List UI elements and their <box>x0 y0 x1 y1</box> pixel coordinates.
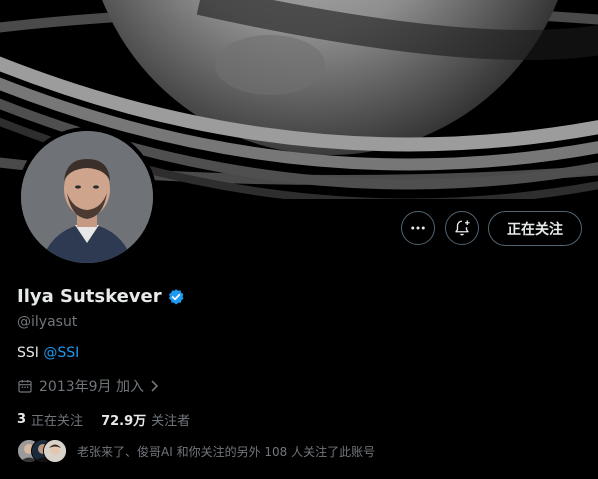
avatar-image <box>21 131 153 263</box>
mutual-follower-avatars <box>17 439 67 463</box>
notification-bell-add-icon <box>455 220 470 236</box>
following-button-label: 正在关注 <box>507 221 563 238</box>
followers-count: 72.9万 <box>101 414 147 429</box>
following-count: 3 <box>17 412 27 427</box>
following-label: 正在关注 <box>31 414 84 429</box>
profile-handle: @ilyasut <box>17 314 78 330</box>
bio-text: SSI <box>17 345 44 361</box>
profile-name-row: Ilya Sutskever <box>17 286 185 307</box>
notifications-button[interactable] <box>445 211 479 245</box>
verified-badge-icon[interactable] <box>167 288 185 306</box>
profile-bio: SSI @SSI <box>17 345 79 361</box>
join-date[interactable]: 2013年9月 加入 <box>17 376 160 396</box>
more-button[interactable] <box>401 211 435 245</box>
join-date-text: 2013年9月 加入 <box>39 379 144 395</box>
followers-count-link[interactable]: 72.9万 关注者 <box>101 410 190 429</box>
chevron-right-icon <box>151 380 159 392</box>
profile-name: Ilya Sutskever <box>17 286 162 307</box>
followers-you-know[interactable]: 老张来了、俊哥AI 和你关注的另外 108 人关注了此账号 <box>17 439 375 463</box>
profile-avatar[interactable] <box>17 127 157 267</box>
calendar-icon <box>18 380 32 393</box>
followers-label: 关注者 <box>151 414 191 429</box>
profile-stats: 3 正在关注 72.9万 关注者 <box>17 410 208 429</box>
followers-you-know-text: 老张来了、俊哥AI 和你关注的另外 108 人关注了此账号 <box>77 444 376 459</box>
bio-mention-link[interactable]: @SSI <box>43 345 79 361</box>
more-horizontal-icon <box>411 226 425 230</box>
mutual-avatar <box>43 439 67 463</box>
following-button[interactable]: 正在关注 <box>488 211 582 246</box>
following-count-link[interactable]: 3 正在关注 <box>17 410 83 429</box>
